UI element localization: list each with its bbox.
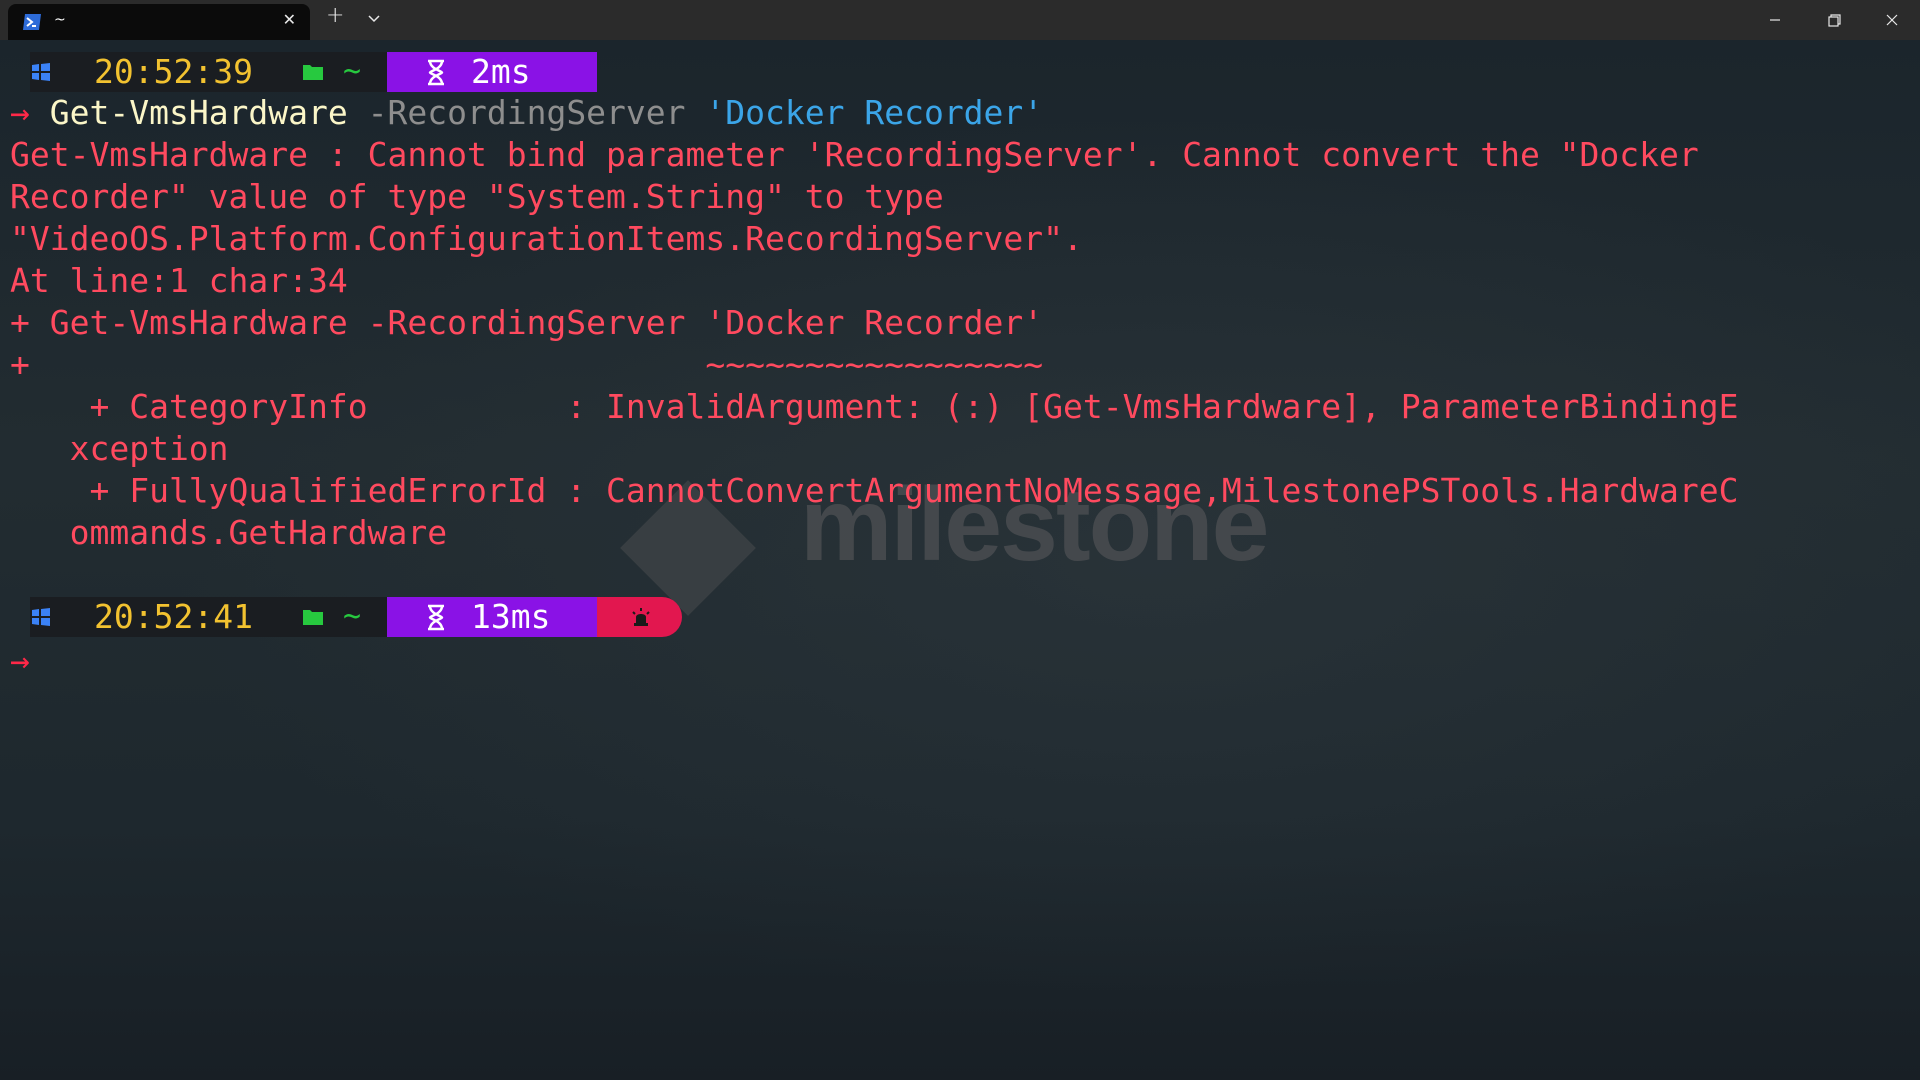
siren-icon xyxy=(632,608,650,626)
minimize-icon[interactable] xyxy=(1763,8,1787,32)
error-line: ommands.GetHardware xyxy=(10,513,448,552)
error-line: + FullyQualifiedErrorId : CannotConvertA… xyxy=(10,471,1739,510)
hourglass-icon xyxy=(428,604,444,631)
error-line: xception xyxy=(10,429,229,468)
tab-powershell[interactable]: ~ ✕ xyxy=(8,4,310,40)
windows-icon xyxy=(32,608,50,626)
command-name: Get-VmsHardware xyxy=(49,93,348,132)
tab-close-icon[interactable]: ✕ xyxy=(283,10,296,29)
restore-icon[interactable] xyxy=(1822,8,1846,32)
command-line: → Get-VmsHardware -RecordingServer 'Dock… xyxy=(10,92,1043,134)
prompt-arrow: → xyxy=(10,641,30,680)
terminal-pane[interactable]: milestone 20:52:39 ~ 2ms → Get-VmsHardwa… xyxy=(0,40,1920,1080)
hourglass-icon xyxy=(428,59,444,86)
folder-icon xyxy=(303,610,323,625)
prompt-segment-time: 20:52:39 ~ xyxy=(30,52,387,92)
title-bar: ~ ✕ + xyxy=(0,0,1920,40)
powershell-icon xyxy=(23,14,41,30)
prompt-arrow: → xyxy=(10,93,30,132)
error-line: At line:1 char:34 xyxy=(10,261,348,300)
prompt-duration: 13ms xyxy=(471,597,551,636)
windows-icon xyxy=(32,63,50,81)
tab-title: ~ xyxy=(54,12,66,28)
chevron-down-icon[interactable] xyxy=(368,15,380,23)
error-line: Recorder" value of type "System.String" … xyxy=(10,177,944,216)
prompt-segment-error xyxy=(597,597,682,637)
close-window-icon[interactable] xyxy=(1880,8,1904,32)
input-line[interactable]: → xyxy=(10,640,30,682)
new-tab-button[interactable]: + xyxy=(326,3,344,28)
prompt-segment-duration: 13ms xyxy=(387,597,597,637)
folder-icon xyxy=(303,65,323,80)
command-parameter: -RecordingServer xyxy=(367,93,686,132)
prompt-time: 20:52:41 xyxy=(94,597,253,636)
prompt-time: 20:52:39 xyxy=(94,52,253,91)
prompt-duration: 2ms xyxy=(471,52,531,91)
error-line: + ~~~~~~~~~~~~~~~~~ xyxy=(10,345,1044,384)
error-line: Get-VmsHardware : Cannot bind parameter … xyxy=(10,135,1699,174)
error-line: + Get-VmsHardware -RecordingServer 'Dock… xyxy=(10,303,1044,342)
prompt-path: ~ xyxy=(343,599,362,634)
error-line: "VideoOS.Platform.ConfigurationItems.Rec… xyxy=(10,219,1083,258)
prompt-segment-time: 20:52:41 ~ xyxy=(30,597,387,637)
command-argument: 'Docker Recorder' xyxy=(705,93,1044,132)
prompt-segment-duration: 2ms xyxy=(387,52,597,92)
prompt-path: ~ xyxy=(343,54,362,89)
error-line: + CategoryInfo : InvalidArgument: (:) [G… xyxy=(10,387,1739,426)
